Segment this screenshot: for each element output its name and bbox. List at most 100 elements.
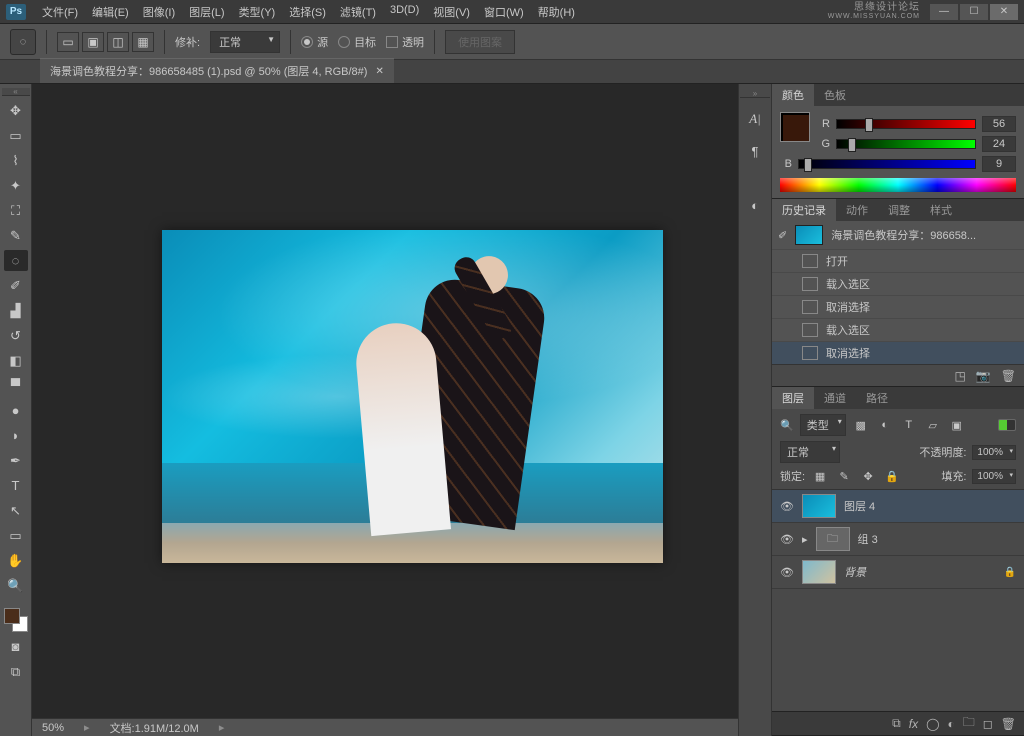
fill-input[interactable]: 100% — [972, 469, 1016, 484]
tab-styles[interactable]: 样式 — [920, 199, 962, 221]
filter-smart-icon[interactable]: ▣ — [948, 417, 966, 433]
tab-layers[interactable]: 图层 — [772, 387, 814, 409]
layer-name[interactable]: 图层 4 — [844, 498, 875, 514]
layer-name[interactable]: 组 3 — [858, 531, 878, 547]
tab-color[interactable]: 颜色 — [772, 84, 814, 106]
close-button[interactable]: ✕ — [990, 4, 1018, 20]
tab-swatches[interactable]: 色板 — [814, 84, 856, 106]
b-value[interactable]: 9 — [982, 156, 1016, 172]
layer-thumb[interactable] — [802, 560, 836, 584]
lasso-tool-icon[interactable]: ⌇ — [4, 150, 28, 171]
lock-all-icon[interactable]: 🔒 — [883, 468, 901, 484]
layer-row[interactable]: 👁 图层 4 — [772, 490, 1024, 523]
adjustment-layer-icon[interactable]: ◐ — [948, 717, 955, 731]
layer-name[interactable]: 背景 — [844, 564, 866, 580]
dodge-tool-icon[interactable]: ◗ — [4, 425, 28, 446]
tab-close-icon[interactable]: ✕ — [375, 66, 383, 77]
tab-history[interactable]: 历史记录 — [772, 199, 836, 221]
tab-paths[interactable]: 路径 — [856, 387, 898, 409]
history-item[interactable]: 载入选区 — [772, 272, 1024, 295]
delete-history-icon[interactable]: 🗑 — [1001, 369, 1016, 383]
layer-thumb[interactable] — [802, 494, 836, 518]
filter-type-icon[interactable]: T — [900, 417, 918, 433]
brush-tool-icon[interactable]: ✐ — [4, 275, 28, 296]
pen-tool-icon[interactable]: ✒ — [4, 450, 28, 471]
filter-shape-icon[interactable]: ▱ — [924, 417, 942, 433]
move-tool-icon[interactable]: ✥ — [4, 100, 28, 121]
lock-pixel-icon[interactable]: ✎ — [835, 468, 853, 484]
tool-preset-icon[interactable]: ◌ — [10, 29, 36, 55]
shape-tool-icon[interactable]: ▭ — [4, 525, 28, 546]
menu-layer[interactable]: 图层(L) — [183, 2, 230, 22]
tab-adjust[interactable]: 调整 — [878, 199, 920, 221]
document-tab[interactable]: 海景调色教程分享：986658485 (1).psd @ 50% (图层 4, … — [40, 58, 394, 83]
folder-icon[interactable]: 🗀 — [816, 527, 850, 551]
transparent-check[interactable]: 透明 — [386, 34, 424, 50]
sel-sub-icon[interactable]: ◫ — [107, 32, 129, 52]
dock-grip[interactable]: » — [740, 90, 770, 98]
sel-intersect-icon[interactable]: ▦ — [132, 32, 154, 52]
filter-toggle[interactable] — [998, 419, 1016, 431]
crop-tool-icon[interactable]: ⛶ — [4, 200, 28, 221]
character-panel-icon[interactable]: A| — [742, 108, 768, 130]
foreground-swatch[interactable] — [4, 608, 20, 624]
blend-mode-dropdown[interactable]: 正常 — [780, 441, 840, 463]
menu-type[interactable]: 类型(Y) — [233, 2, 282, 22]
filter-adjust-icon[interactable]: ◐ — [876, 417, 894, 433]
history-item[interactable]: 打开 — [772, 249, 1024, 272]
path-select-tool-icon[interactable]: ↖ — [4, 500, 28, 521]
history-item[interactable]: 载入选区 — [772, 318, 1024, 341]
new-group-icon[interactable]: 🗀 — [963, 713, 975, 734]
doc-size[interactable]: 文档:1.91M/12.0M — [110, 720, 199, 736]
stamp-tool-icon[interactable]: ▟ — [4, 300, 28, 321]
paragraph-panel-icon[interactable]: ¶ — [742, 140, 768, 162]
layer-row[interactable]: 👁 ▸ 🗀 组 3 — [772, 523, 1024, 556]
menu-3d[interactable]: 3D(D) — [384, 2, 425, 22]
b-slider[interactable] — [798, 159, 976, 169]
link-layers-icon[interactable]: ⧉ — [892, 716, 901, 731]
canvas-area[interactable]: 50% ▸ 文档:1.91M/12.0M ▸ — [32, 84, 738, 736]
g-slider[interactable] — [836, 139, 976, 149]
eyedropper-tool-icon[interactable]: ✎ — [4, 225, 28, 246]
adjustments-panel-icon[interactable]: ◐ — [742, 194, 768, 216]
r-slider[interactable] — [836, 119, 976, 129]
menu-edit[interactable]: 编辑(E) — [86, 2, 135, 22]
menu-filter[interactable]: 滤镜(T) — [334, 2, 382, 22]
color-swatches[interactable] — [4, 608, 28, 632]
repair-mode-dropdown[interactable]: 正常 — [210, 31, 280, 53]
visibility-icon[interactable]: 👁 — [780, 566, 794, 579]
history-snapshot-thumb[interactable] — [795, 225, 823, 245]
hand-tool-icon[interactable]: ✋ — [4, 550, 28, 571]
history-item[interactable]: 取消选择 — [772, 341, 1024, 364]
menu-window[interactable]: 窗口(W) — [478, 2, 530, 22]
menu-file[interactable]: 文件(F) — [36, 2, 84, 22]
opacity-input[interactable]: 100% — [972, 445, 1016, 460]
visibility-icon[interactable]: 👁 — [780, 500, 794, 513]
delete-layer-icon[interactable]: 🗑 — [1001, 717, 1016, 731]
patch-tool-icon[interactable]: ◌ — [4, 250, 28, 271]
menu-image[interactable]: 图像(I) — [137, 2, 181, 22]
quickmask-icon[interactable]: ◙ — [4, 636, 28, 657]
history-brush-icon[interactable]: ✐ — [778, 229, 787, 242]
sel-add-icon[interactable]: ▣ — [82, 32, 104, 52]
type-tool-icon[interactable]: T — [4, 475, 28, 496]
tab-actions[interactable]: 动作 — [836, 199, 878, 221]
zoom-tool-icon[interactable]: 🔍 — [4, 575, 28, 596]
spectrum-ramp[interactable] — [780, 178, 1016, 192]
new-layer-icon[interactable]: ◻ — [983, 717, 993, 731]
layer-filter-dropdown[interactable]: 类型 — [800, 414, 846, 436]
sel-new-icon[interactable]: ▭ — [57, 32, 79, 52]
layer-row[interactable]: 👁 背景 🔒 — [772, 556, 1024, 589]
toolbar-grip[interactable]: « — [2, 88, 30, 96]
layer-fx-icon[interactable]: fx — [909, 717, 918, 731]
lock-pos-icon[interactable]: ✥ — [859, 468, 877, 484]
eraser-tool-icon[interactable]: ◧ — [4, 350, 28, 371]
document-canvas[interactable] — [162, 230, 663, 563]
dest-radio[interactable]: 目标 — [338, 34, 376, 50]
screenmode-icon[interactable]: ⧉ — [4, 661, 28, 682]
minimize-button[interactable]: — — [930, 4, 958, 20]
maximize-button[interactable]: ☐ — [960, 4, 988, 20]
source-radio[interactable]: 源 — [301, 34, 328, 50]
menu-view[interactable]: 视图(V) — [427, 2, 476, 22]
visibility-icon[interactable]: 👁 — [780, 533, 794, 546]
